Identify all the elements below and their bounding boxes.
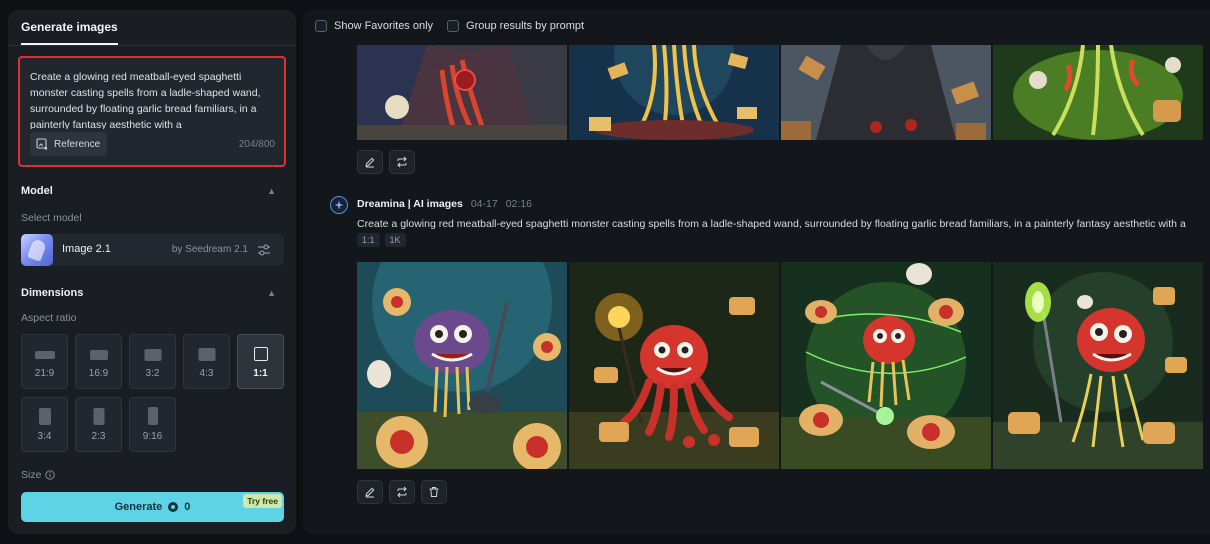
regenerate-button[interactable]: [389, 480, 415, 504]
aspect-2-3[interactable]: 2:3: [75, 397, 122, 452]
group-by-prompt-label: Group results by prompt: [466, 20, 585, 32]
ratio-label: 16:9: [88, 368, 109, 379]
size-row: Size: [21, 469, 56, 481]
show-favorites-checkbox[interactable]: Show Favorites only: [315, 20, 433, 32]
checkbox-box[interactable]: [315, 20, 327, 32]
generation-time: 02:16: [505, 198, 532, 210]
ratio-label: 2:3: [91, 431, 106, 442]
ratio-shape: [144, 349, 161, 361]
size-label: Size: [21, 469, 42, 481]
generation-chips: 1:1 1K: [357, 233, 406, 247]
chevron-up-icon[interactable]: ▲: [267, 186, 276, 196]
current-image-row: [357, 262, 1203, 469]
generate-cost: 0: [184, 501, 191, 513]
edit-button[interactable]: [357, 150, 383, 174]
repeat-icon: [397, 156, 407, 168]
select-model-label: Select model: [21, 212, 82, 224]
generation-header: Dreamina | AI images 04-17 02:16: [357, 198, 532, 210]
pencil-icon: [365, 157, 375, 168]
aspect-ratio-label: Aspect ratio: [21, 312, 77, 324]
checkbox-box[interactable]: [447, 20, 460, 32]
group-by-prompt-checkbox[interactable]: Group results by prompt: [447, 20, 584, 32]
ratio-label: 1:1: [253, 368, 268, 379]
generated-image[interactable]: [781, 45, 991, 140]
dreamina-avatar-icon: [330, 196, 348, 214]
ratio-chip: 1:1: [357, 233, 380, 247]
generated-image[interactable]: [357, 45, 567, 140]
model-selector[interactable]: Image 2.1 by Seedream 2.1: [21, 234, 284, 266]
regenerate-button[interactable]: [389, 150, 415, 174]
previous-actions: [357, 150, 415, 174]
edit-button[interactable]: [357, 480, 383, 504]
resolution-chip: 1K: [384, 233, 406, 247]
ratio-shape: [93, 408, 104, 425]
ratio-label: 3:4: [37, 431, 52, 442]
credit-icon: [168, 502, 179, 512]
generated-image[interactable]: [357, 262, 567, 469]
ratio-label: 4:3: [199, 368, 214, 379]
try-free-badge: Try free: [243, 494, 282, 508]
generated-image[interactable]: [993, 45, 1203, 140]
aspect-1-1[interactable]: 1:1: [237, 334, 284, 389]
delete-button[interactable]: [421, 480, 447, 504]
ratio-label: 9:16: [142, 431, 163, 442]
aspect-16-9[interactable]: 16:9: [75, 334, 122, 389]
prompt-text[interactable]: Create a glowing red meatball-eyed spagh…: [30, 69, 270, 129]
aspect-21-9[interactable]: 21:9: [21, 334, 68, 389]
tab-divider: [8, 45, 296, 46]
author-name: Dreamina | AI images: [357, 198, 463, 210]
results-panel: Show Favorites only Group results by pro…: [303, 10, 1210, 534]
generated-image[interactable]: [993, 262, 1203, 469]
generated-image[interactable]: [569, 262, 779, 469]
pencil-icon: [365, 487, 375, 498]
generation-prompt: Create a glowing red meatball-eyed spagh…: [357, 218, 1186, 230]
info-icon[interactable]: [45, 470, 56, 480]
generated-image[interactable]: [569, 45, 779, 140]
generate-sidebar: Generate images Create a glowing red mea…: [8, 10, 296, 534]
ratio-shape: [34, 351, 55, 359]
generation-date: 04-17: [470, 198, 498, 210]
generate-button[interactable]: Generate 0 Try free: [21, 492, 284, 522]
ratio-shape: [147, 407, 158, 425]
trash-icon: [429, 487, 439, 497]
aspect-9-16[interactable]: 9:16: [129, 397, 176, 452]
reference-icon: [36, 138, 48, 150]
model-provider: by Seedream 2.1: [171, 244, 248, 255]
repeat-icon: [397, 486, 407, 498]
aspect-4-3[interactable]: 4:3: [183, 334, 230, 389]
reference-label: Reference: [54, 138, 101, 150]
ratio-shape: [253, 347, 268, 361]
chevron-up-icon[interactable]: ▲: [267, 288, 276, 298]
prompt-input[interactable]: Create a glowing red meatball-eyed spagh…: [18, 56, 286, 167]
model-section-title: Model: [21, 185, 53, 197]
model-thumbnail: [21, 234, 53, 266]
ratio-label: 21:9: [34, 368, 55, 379]
ratio-shape: [89, 350, 108, 360]
tab-generate-images[interactable]: Generate images: [21, 20, 118, 45]
previous-image-row: [357, 45, 1203, 140]
app-page: Generate images Create a glowing red mea…: [0, 0, 1210, 544]
filter-bar: Show Favorites only Group results by pro…: [315, 20, 584, 32]
ratio-shape: [38, 408, 51, 425]
reference-button[interactable]: Reference: [30, 132, 108, 156]
aspect-3-4[interactable]: 3:4: [21, 397, 68, 452]
model-name: Image 2.1: [62, 243, 111, 255]
current-actions: [357, 480, 447, 504]
ratio-label: 3:2: [145, 368, 160, 379]
sliders-icon[interactable]: [257, 243, 271, 257]
ratio-shape: [198, 348, 215, 361]
show-favorites-label: Show Favorites only: [334, 20, 434, 32]
generated-image[interactable]: [781, 262, 991, 469]
character-counter: 204/800: [238, 139, 275, 150]
generate-label: Generate: [114, 501, 163, 513]
aspect-3-2[interactable]: 3:2: [129, 334, 176, 389]
dimensions-section-title: Dimensions: [21, 287, 84, 299]
